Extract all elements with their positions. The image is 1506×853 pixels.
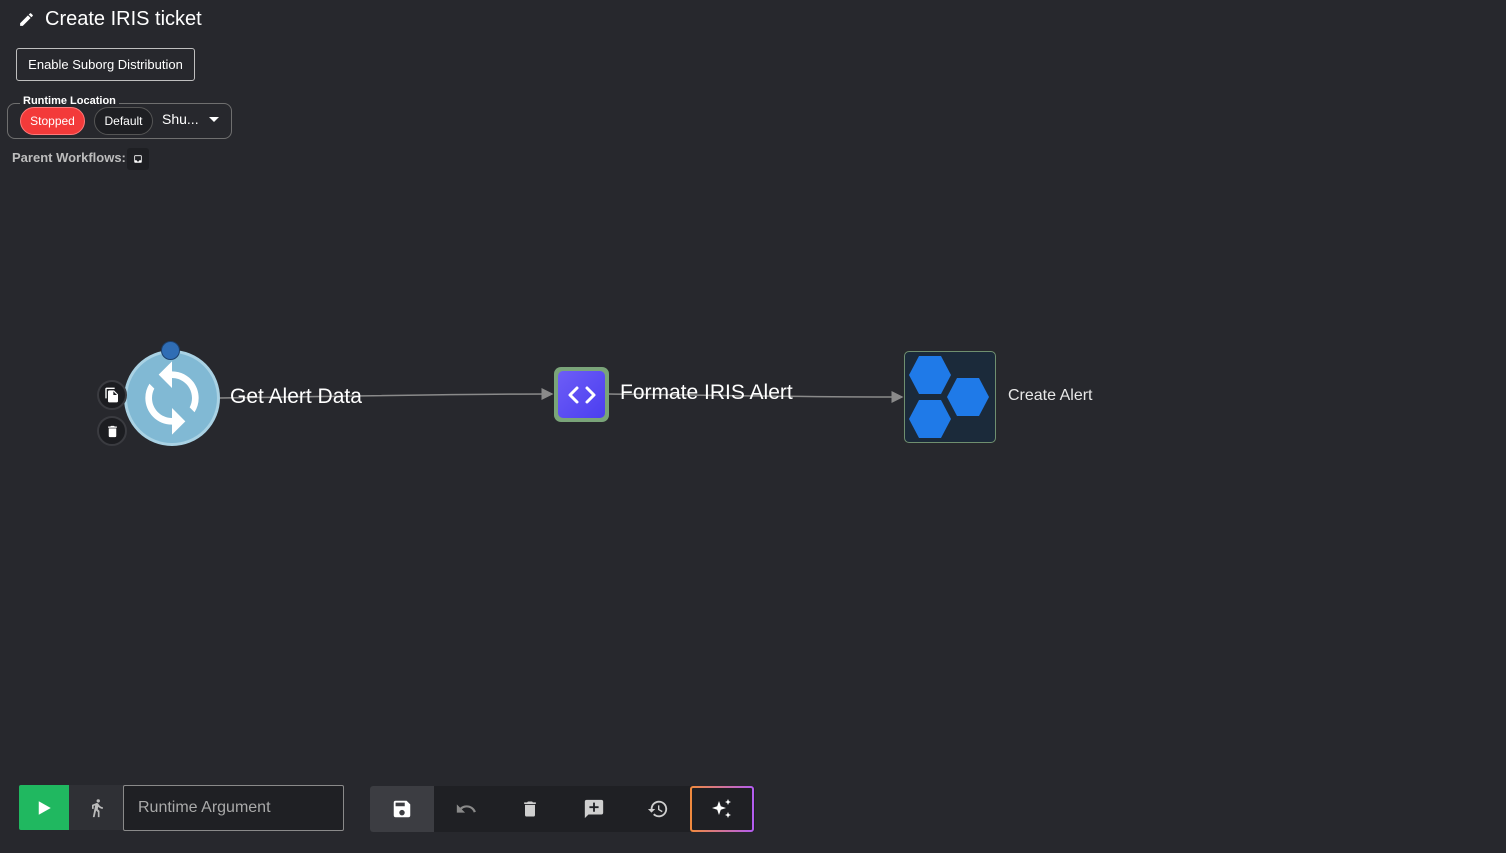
- copy-icon: [105, 387, 118, 403]
- undo-icon: [456, 804, 476, 813]
- save-button[interactable]: [370, 786, 434, 832]
- start-node-indicator[interactable]: [161, 341, 180, 360]
- code-node-body: [558, 371, 605, 418]
- save-icon: [393, 800, 411, 818]
- ai-sparkle-icon: [712, 799, 731, 818]
- runtime-argument-input[interactable]: [123, 785, 344, 831]
- delete-button[interactable]: [498, 786, 562, 832]
- node-label-get-alert-data: Get Alert Data: [230, 385, 362, 408]
- node-label-create-alert: Create Alert: [1008, 387, 1093, 404]
- run-workflow-button[interactable]: [19, 785, 69, 830]
- trash-icon: [107, 425, 117, 437]
- delete-node-button[interactable]: [97, 416, 127, 446]
- workflow-edges: [219, 388, 904, 403]
- code-brackets-icon: [568, 386, 595, 403]
- run-options-button[interactable]: [69, 785, 124, 830]
- workflow-node-create-alert[interactable]: [904, 351, 996, 443]
- workflow-node-formate-iris-alert[interactable]: [554, 367, 609, 422]
- editor-toolbar: [370, 786, 755, 832]
- node-label-formate-iris-alert: Formate IRIS Alert: [620, 381, 793, 404]
- add-comment-icon: [584, 799, 604, 819]
- running-person-icon: [91, 798, 103, 817]
- play-icon: [38, 800, 51, 815]
- ai-assist-button[interactable]: [690, 786, 754, 832]
- copy-node-button[interactable]: [97, 380, 127, 410]
- hexagons-icon: [909, 356, 989, 438]
- workflow-node-get-alert-data[interactable]: [124, 350, 220, 446]
- refresh-icon: [145, 361, 199, 435]
- add-comment-button[interactable]: [562, 786, 626, 832]
- history-button[interactable]: [626, 786, 690, 832]
- trash-icon: [524, 801, 536, 817]
- history-icon: [647, 800, 668, 818]
- undo-button[interactable]: [434, 786, 498, 832]
